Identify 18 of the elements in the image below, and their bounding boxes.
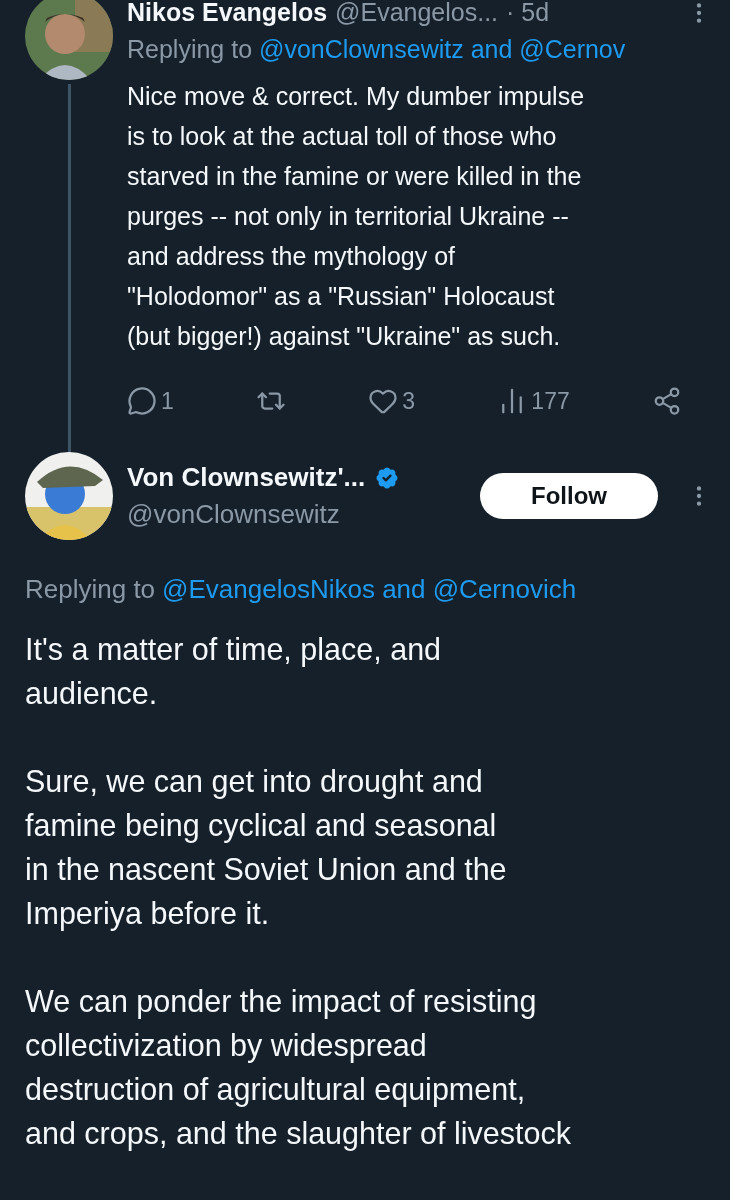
replying-label: Replying to bbox=[127, 35, 253, 64]
author-name[interactable]: Nikos Evangelos bbox=[127, 0, 328, 27]
action-count: 1 bbox=[161, 387, 174, 415]
author-handle[interactable]: @vonClownsewitz bbox=[127, 499, 466, 530]
post-paragraph: Sure, we can get into drought and famine being cyclical and seasonal in the nascent Soviet Union and the Imperiya before it. bbox=[25, 763, 508, 933]
action-count: 3 bbox=[402, 387, 416, 415]
mention-link[interactable]: @EvangelosNikos and @Cernovich bbox=[162, 574, 577, 605]
author-name[interactable]: Von Clownsewitz'... bbox=[127, 462, 366, 493]
post-paragraph: It's a matter of time, place, and audience. bbox=[25, 631, 443, 712]
author-handle[interactable]: @Evangelos... bbox=[335, 0, 499, 27]
post-paragraph: We can ponder the impact of resisting collectivization by widespread destruction of agricultural equipment, and crops, and the slaughter of livestock bbox=[25, 983, 572, 1153]
post-time: · 5d bbox=[506, 0, 550, 27]
speech-bubble-icon[interactable] bbox=[127, 386, 157, 416]
post-text: Nice move & correct. My dumber impulse is to look at the actual toll of those who starved in the famine or were killed in the purges -- not only in territorial Ukraine -- and address the mythology of "Holodomor" as a "Russian" Holocaust (but bigger!) against "Ukraine" as such. bbox=[127, 81, 586, 352]
replying-label: Replying to bbox=[25, 574, 156, 605]
action-count: 177 bbox=[531, 387, 570, 415]
follow-button[interactable]: Follow bbox=[480, 473, 658, 519]
mention-link[interactable]: @vonClownsewitz and @Cernov bbox=[259, 35, 626, 64]
